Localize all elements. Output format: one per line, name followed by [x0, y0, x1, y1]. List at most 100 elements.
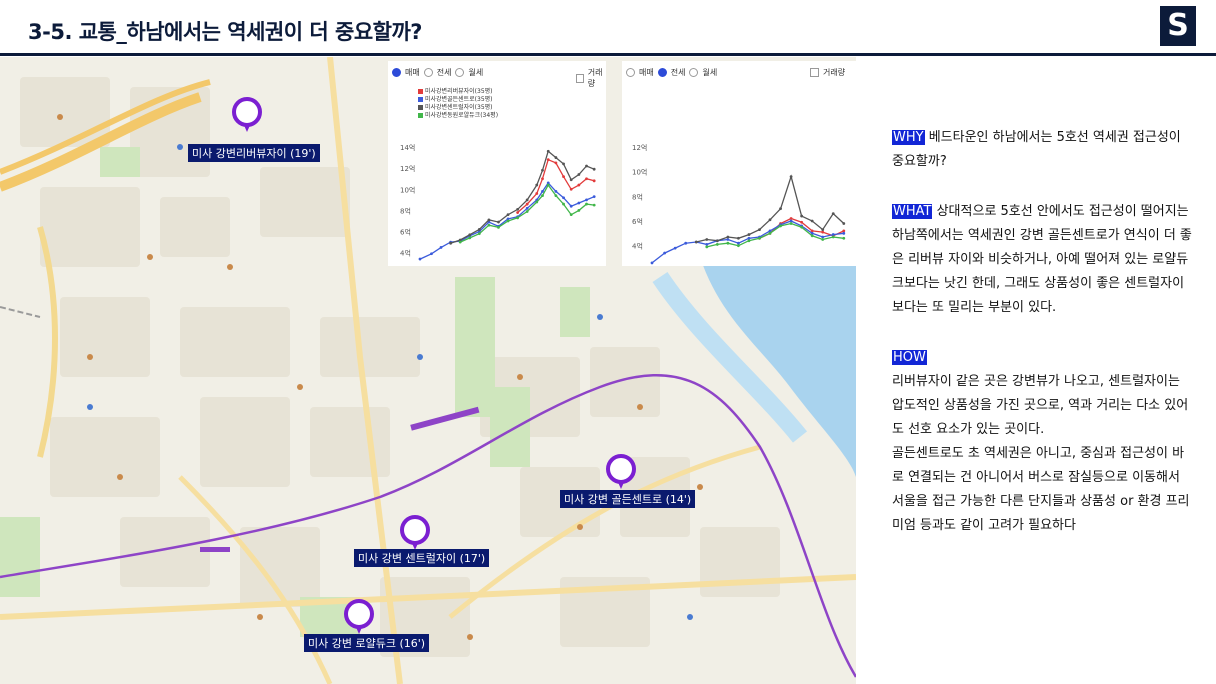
how-tag: HOW [892, 350, 927, 365]
data-point [737, 244, 740, 248]
marker-label-golden-centro: 미사 강변 골든센트로 (14') [560, 490, 696, 508]
location-pin-icon [400, 515, 430, 550]
y-tick-label: 4억 [632, 243, 643, 251]
data-point [562, 175, 565, 178]
data-point [842, 236, 846, 240]
data-point [525, 206, 529, 210]
data-point [821, 230, 825, 234]
data-point [747, 233, 751, 236]
data-point [569, 204, 573, 208]
data-point [810, 219, 814, 223]
data-point [554, 156, 558, 159]
data-point [737, 241, 740, 245]
data-point [726, 235, 730, 239]
location-pin-icon [232, 97, 262, 132]
how-paragraph: HOW 리버뷰자이 같은 곳은 강변뷰가 나오고, 센트럴자이는 압도적인 상품성… [892, 346, 1192, 538]
data-point [487, 218, 491, 222]
y-tick-label: 4억 [400, 250, 411, 258]
data-point [800, 225, 804, 229]
jeonse-price-chart[interactable]: 매매 전세 월세 거래량 02억4억6억8억10억12억2014/112016/… [622, 61, 856, 266]
data-point [768, 218, 772, 222]
data-point [800, 214, 804, 218]
data-point [418, 257, 422, 261]
data-point [821, 238, 825, 241]
y-tick-label: 6억 [632, 218, 643, 226]
data-point [562, 162, 565, 166]
series-line [450, 150, 595, 244]
jeonse-price-chart-plot: 02억4억6억8억10억12억2014/112016/42017/92019/2… [632, 144, 846, 265]
location-pin-icon [606, 454, 636, 489]
marker-label-central-xi: 미사 강변 센트럴자이 (17') [354, 549, 490, 567]
page-title: 3-5. 교통_하남에서는 역세권이 더 중요할까? [28, 20, 422, 44]
data-point [497, 225, 500, 229]
data-point [569, 178, 573, 182]
data-point [487, 223, 491, 227]
series-line [517, 158, 595, 213]
data-point [592, 167, 596, 171]
data-point [516, 207, 520, 211]
y-tick-label: 14억 [400, 144, 415, 152]
data-point [569, 213, 573, 217]
y-tick-label: 10억 [632, 169, 647, 177]
data-point [650, 261, 654, 265]
data-point [535, 200, 539, 204]
data-point [439, 246, 443, 249]
data-point [747, 239, 751, 243]
data-point [554, 161, 558, 165]
data-point [673, 246, 677, 250]
y-tick-label: 8억 [400, 207, 411, 215]
why-text: 베드타운인 하남에서는 5호선 역세권 접근성이 중요할까? [892, 130, 1181, 169]
what-paragraph: WHAT 상대적으로 5호선 안에서도 접근성이 떨어지는 하남쪽에서는 역세권… [892, 200, 1192, 320]
data-point [726, 238, 730, 241]
data-point [831, 212, 835, 216]
map-view[interactable]: 미사 강변리버뷰자이 (19') 미사 강변 골든센트로 (14') 미사 강변… [0, 57, 856, 684]
series-line [651, 220, 844, 264]
data-point [592, 179, 596, 183]
data-point [800, 220, 804, 224]
data-point [821, 228, 825, 232]
data-point [546, 183, 550, 187]
marker-label-royal-duke: 미사 강변 로얄듀크 (16') [304, 634, 430, 652]
sale-price-chart-plot: 02억4억6억8억10억12억14억2014/112016/42017/9201… [400, 144, 596, 261]
data-point [477, 232, 481, 236]
data-point [715, 243, 719, 246]
data-point [585, 164, 588, 168]
data-point [541, 168, 544, 172]
data-point [546, 158, 550, 162]
data-point [577, 201, 581, 205]
data-point [535, 192, 539, 195]
data-point [541, 194, 544, 198]
sale-price-chart[interactable]: 매매 전세 월세 거래량 미사강변리버뷰자이(35평) 미사강변골든센트로(35… [388, 61, 606, 266]
data-point [831, 233, 835, 236]
data-point [497, 220, 500, 224]
data-point [585, 198, 588, 202]
y-tick-label: 6억 [400, 229, 411, 237]
data-point [562, 202, 565, 206]
data-point [789, 219, 793, 223]
data-point [789, 175, 793, 178]
how-text-2: 골든센트로도 초 역세권은 아니고, 중심과 접근성이 바로 연결되는 건 아니… [892, 446, 1190, 533]
data-point [569, 187, 573, 191]
data-point [449, 241, 453, 245]
data-point [779, 224, 782, 228]
header-divider [0, 53, 1216, 56]
y-tick-label: 8억 [632, 193, 643, 201]
data-point [810, 234, 814, 238]
why-paragraph: WHY 베드타운인 하남에서는 5호선 역세권 접근성이 중요할까? [892, 126, 1192, 174]
what-tag: WHAT [892, 204, 933, 219]
data-point [577, 209, 581, 212]
data-point [541, 190, 544, 193]
data-point [592, 203, 596, 207]
data-point [705, 238, 709, 241]
data-point [684, 241, 688, 245]
data-point [831, 235, 835, 239]
data-point [789, 217, 793, 220]
data-point [585, 177, 588, 181]
data-point [694, 240, 698, 244]
data-point [506, 213, 510, 217]
data-point [779, 207, 782, 211]
data-point [789, 222, 793, 225]
data-point [842, 231, 846, 235]
data-point [768, 231, 772, 235]
location-pin-icon [344, 599, 374, 634]
